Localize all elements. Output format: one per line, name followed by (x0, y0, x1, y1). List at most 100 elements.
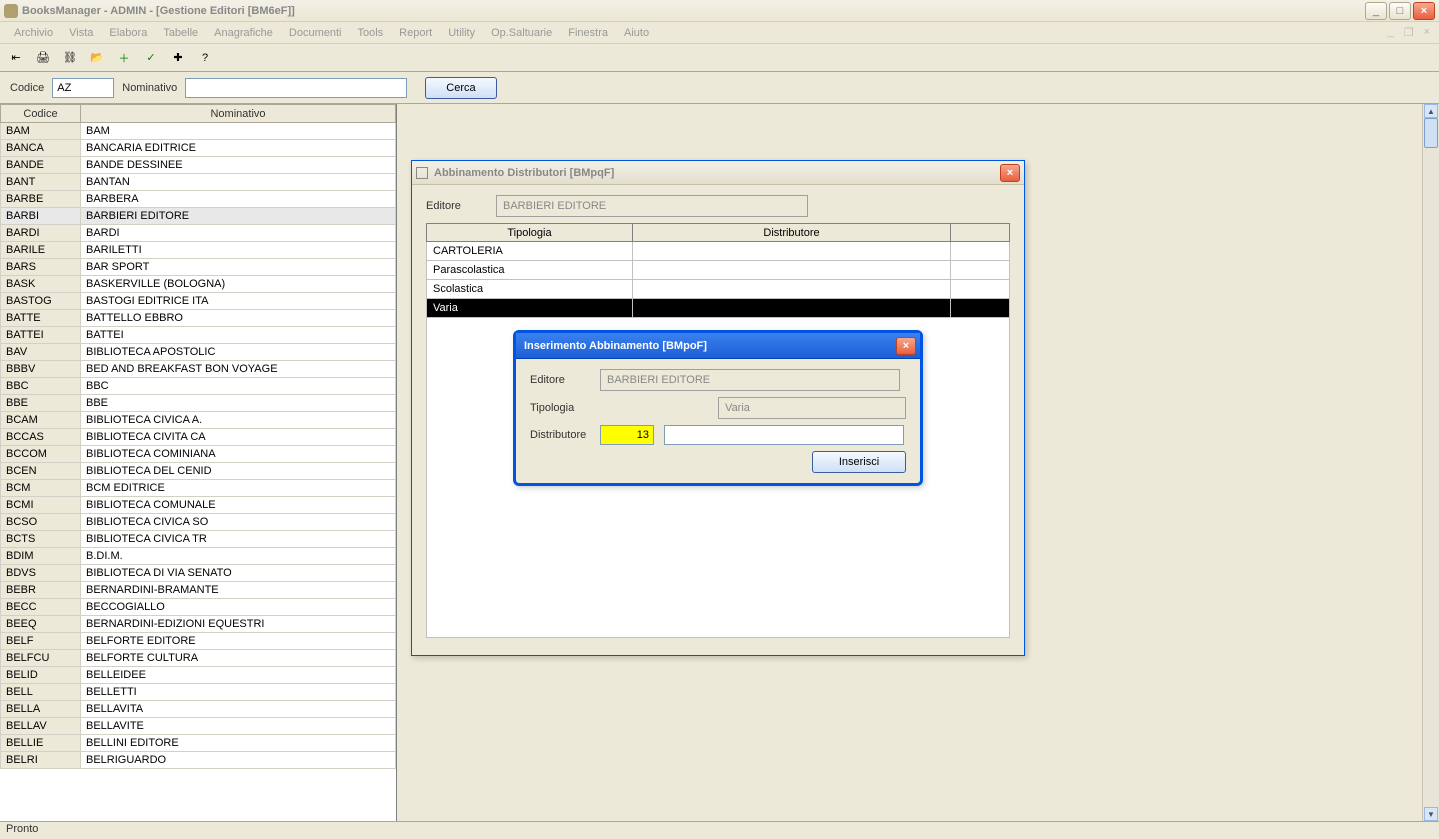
dialog-inserimento-titlebar[interactable]: Inserimento Abbinamento [BMpoF] × (516, 333, 920, 359)
help-icon[interactable]: ? (193, 47, 217, 69)
cell-codice: BATTEI (1, 327, 81, 344)
print-icon[interactable]: 🖨 (31, 47, 55, 69)
table-row[interactable]: BCMBCM EDITRICE (1, 480, 396, 497)
table-row[interactable]: BDVSBIBLIOTECA DI VIA SENATO (1, 565, 396, 582)
table-row[interactable]: BCSOBIBLIOTECA CIVICA SO (1, 514, 396, 531)
cell-distributore (633, 299, 951, 318)
table-row[interactable]: BARSBAR SPORT (1, 259, 396, 276)
table-row[interactable]: BANDEBANDE DESSINEE (1, 157, 396, 174)
table-row[interactable]: BARILEBARILETTI (1, 242, 396, 259)
scroll-thumb[interactable] (1424, 118, 1438, 148)
cell-codice: BCCOM (1, 446, 81, 463)
minimize-button[interactable]: _ (1365, 2, 1387, 20)
cell-nominativo: BARBERA (81, 191, 396, 208)
search-row: Codice Nominativo Cerca (0, 72, 1439, 104)
nominativo-input[interactable] (185, 78, 407, 98)
table-row[interactable]: BCENBIBLIOTECA DEL CENID (1, 463, 396, 480)
table-row[interactable]: BAVBIBLIOTECA APOSTOLIC (1, 344, 396, 361)
menu-anagrafiche[interactable]: Anagrafiche (206, 25, 281, 41)
cell-nominativo: BECCOGIALLO (81, 599, 396, 616)
table-row[interactable]: BASTOGBASTOGI EDITRICE ITA (1, 293, 396, 310)
plus-icon[interactable]: ✚ (166, 47, 190, 69)
table-row[interactable]: BECCBECCOGIALLO (1, 599, 396, 616)
table-row[interactable]: BARDIBARDI (1, 225, 396, 242)
menu-finestra[interactable]: Finestra (560, 25, 616, 41)
cerca-button[interactable]: Cerca (425, 77, 496, 99)
mdi-close-icon[interactable]: × (1421, 26, 1433, 39)
table-row[interactable]: BBEBBE (1, 395, 396, 412)
editors-grid[interactable]: Codice Nominativo BAMBAMBANCABANCARIA ED… (0, 104, 396, 769)
table-row[interactable]: BEEQBERNARDINI-EDIZIONI EQUESTRI (1, 616, 396, 633)
maximize-button[interactable]: □ (1389, 2, 1411, 20)
table-row[interactable]: BELLBELLETTI (1, 684, 396, 701)
table-row[interactable]: BARBEBARBERA (1, 191, 396, 208)
col-nominativo[interactable]: Nominativo (81, 105, 396, 123)
mdi-minimize-icon[interactable]: _ (1385, 26, 1397, 39)
link-icon[interactable]: ⛓ (58, 47, 82, 69)
dialog-abbinamento-titlebar[interactable]: Abbinamento Distributori [BMpqF] × (412, 161, 1024, 185)
table-row[interactable]: BELLIEBELLINI EDITORE (1, 735, 396, 752)
tipologia-row[interactable]: CARTOLERIA (427, 242, 1010, 261)
check-icon[interactable]: ✓ (139, 47, 163, 69)
menu-op.saltuarie[interactable]: Op.Saltuarie (483, 25, 560, 41)
ins-distributore-name[interactable] (664, 425, 904, 445)
tipologia-row[interactable]: Varia (427, 299, 1010, 318)
folder-icon[interactable]: 📂 (85, 47, 109, 69)
table-row[interactable]: BBBVBED AND BREAKFAST BON VOYAGE (1, 361, 396, 378)
table-row[interactable]: BATTEIBATTEI (1, 327, 396, 344)
menu-utility[interactable]: Utility (440, 25, 483, 41)
table-row[interactable]: BELLAVBELLAVITE (1, 718, 396, 735)
cell-nominativo: BANCARIA EDITRICE (81, 140, 396, 157)
cell-nominativo: BIBLIOTECA CIVITA CA (81, 429, 396, 446)
cell-filler (951, 299, 1010, 318)
inserisci-button[interactable]: Inserisci (812, 451, 906, 473)
table-row[interactable]: BELLABELLAVITA (1, 701, 396, 718)
new-icon[interactable]: ＋ (112, 47, 136, 69)
menu-vista[interactable]: Vista (61, 25, 101, 41)
dialog-inserimento-close[interactable]: × (896, 337, 916, 355)
table-row[interactable]: BEBRBERNARDINI-BRAMANTE (1, 582, 396, 599)
table-row[interactable]: BCCOMBIBLIOTECA COMINIANA (1, 446, 396, 463)
menu-elabora[interactable]: Elabora (101, 25, 155, 41)
ins-distributore-code[interactable] (600, 425, 654, 445)
table-row[interactable]: BARBIBARBIERI EDITORE (1, 208, 396, 225)
vertical-scrollbar[interactable]: ▲ ▼ (1422, 104, 1439, 821)
dialog-abbinamento-close[interactable]: × (1000, 164, 1020, 182)
cell-nominativo: BARILETTI (81, 242, 396, 259)
menu-tools[interactable]: Tools (349, 25, 391, 41)
table-row[interactable]: BASKBASKERVILLE (BOLOGNA) (1, 276, 396, 293)
table-row[interactable]: BCMIBIBLIOTECA COMUNALE (1, 497, 396, 514)
codice-input[interactable] (52, 78, 114, 98)
table-row[interactable]: BCCASBIBLIOTECA CIVITA CA (1, 429, 396, 446)
table-row[interactable]: BELIDBELLEIDEE (1, 667, 396, 684)
col-distributore[interactable]: Distributore (633, 224, 951, 242)
table-row[interactable]: BBCBBC (1, 378, 396, 395)
scroll-up-icon[interactable]: ▲ (1424, 104, 1438, 118)
table-row[interactable]: BCAMBIBLIOTECA CIVICA A. (1, 412, 396, 429)
table-row[interactable]: BELRIBELRIGUARDO (1, 752, 396, 769)
close-button[interactable]: × (1413, 2, 1435, 20)
menu-documenti[interactable]: Documenti (281, 25, 350, 41)
tipologia-grid[interactable]: Tipologia Distributore CARTOLERIAParasco… (426, 223, 1010, 318)
menu-aiuto[interactable]: Aiuto (616, 25, 657, 41)
table-row[interactable]: BATTEBATTELLO EBBRO (1, 310, 396, 327)
table-row[interactable]: BDIMB.DI.M. (1, 548, 396, 565)
col-codice[interactable]: Codice (1, 105, 81, 123)
menu-report[interactable]: Report (391, 25, 440, 41)
tipologia-row[interactable]: Parascolastica (427, 261, 1010, 280)
scroll-down-icon[interactable]: ▼ (1424, 807, 1438, 821)
tipologia-row[interactable]: Scolastica (427, 280, 1010, 299)
table-row[interactable]: BCTSBIBLIOTECA CIVICA TR (1, 531, 396, 548)
table-row[interactable]: BELFCUBELFORTE CULTURA (1, 650, 396, 667)
col-tipologia[interactable]: Tipologia (427, 224, 633, 242)
mdi-restore-icon[interactable]: ❐ (1401, 26, 1417, 39)
table-row[interactable]: BELFBELFORTE EDITORE (1, 633, 396, 650)
cell-nominativo: BELFORTE CULTURA (81, 650, 396, 667)
table-row[interactable]: BANTBANTAN (1, 174, 396, 191)
table-row[interactable]: BANCABANCARIA EDITRICE (1, 140, 396, 157)
main-area: Codice Nominativo BAMBAMBANCABANCARIA ED… (0, 104, 1439, 822)
table-row[interactable]: BAMBAM (1, 123, 396, 140)
menu-archivio[interactable]: Archivio (6, 25, 61, 41)
exit-icon[interactable]: ⇤ (4, 47, 28, 69)
menu-tabelle[interactable]: Tabelle (155, 25, 206, 41)
